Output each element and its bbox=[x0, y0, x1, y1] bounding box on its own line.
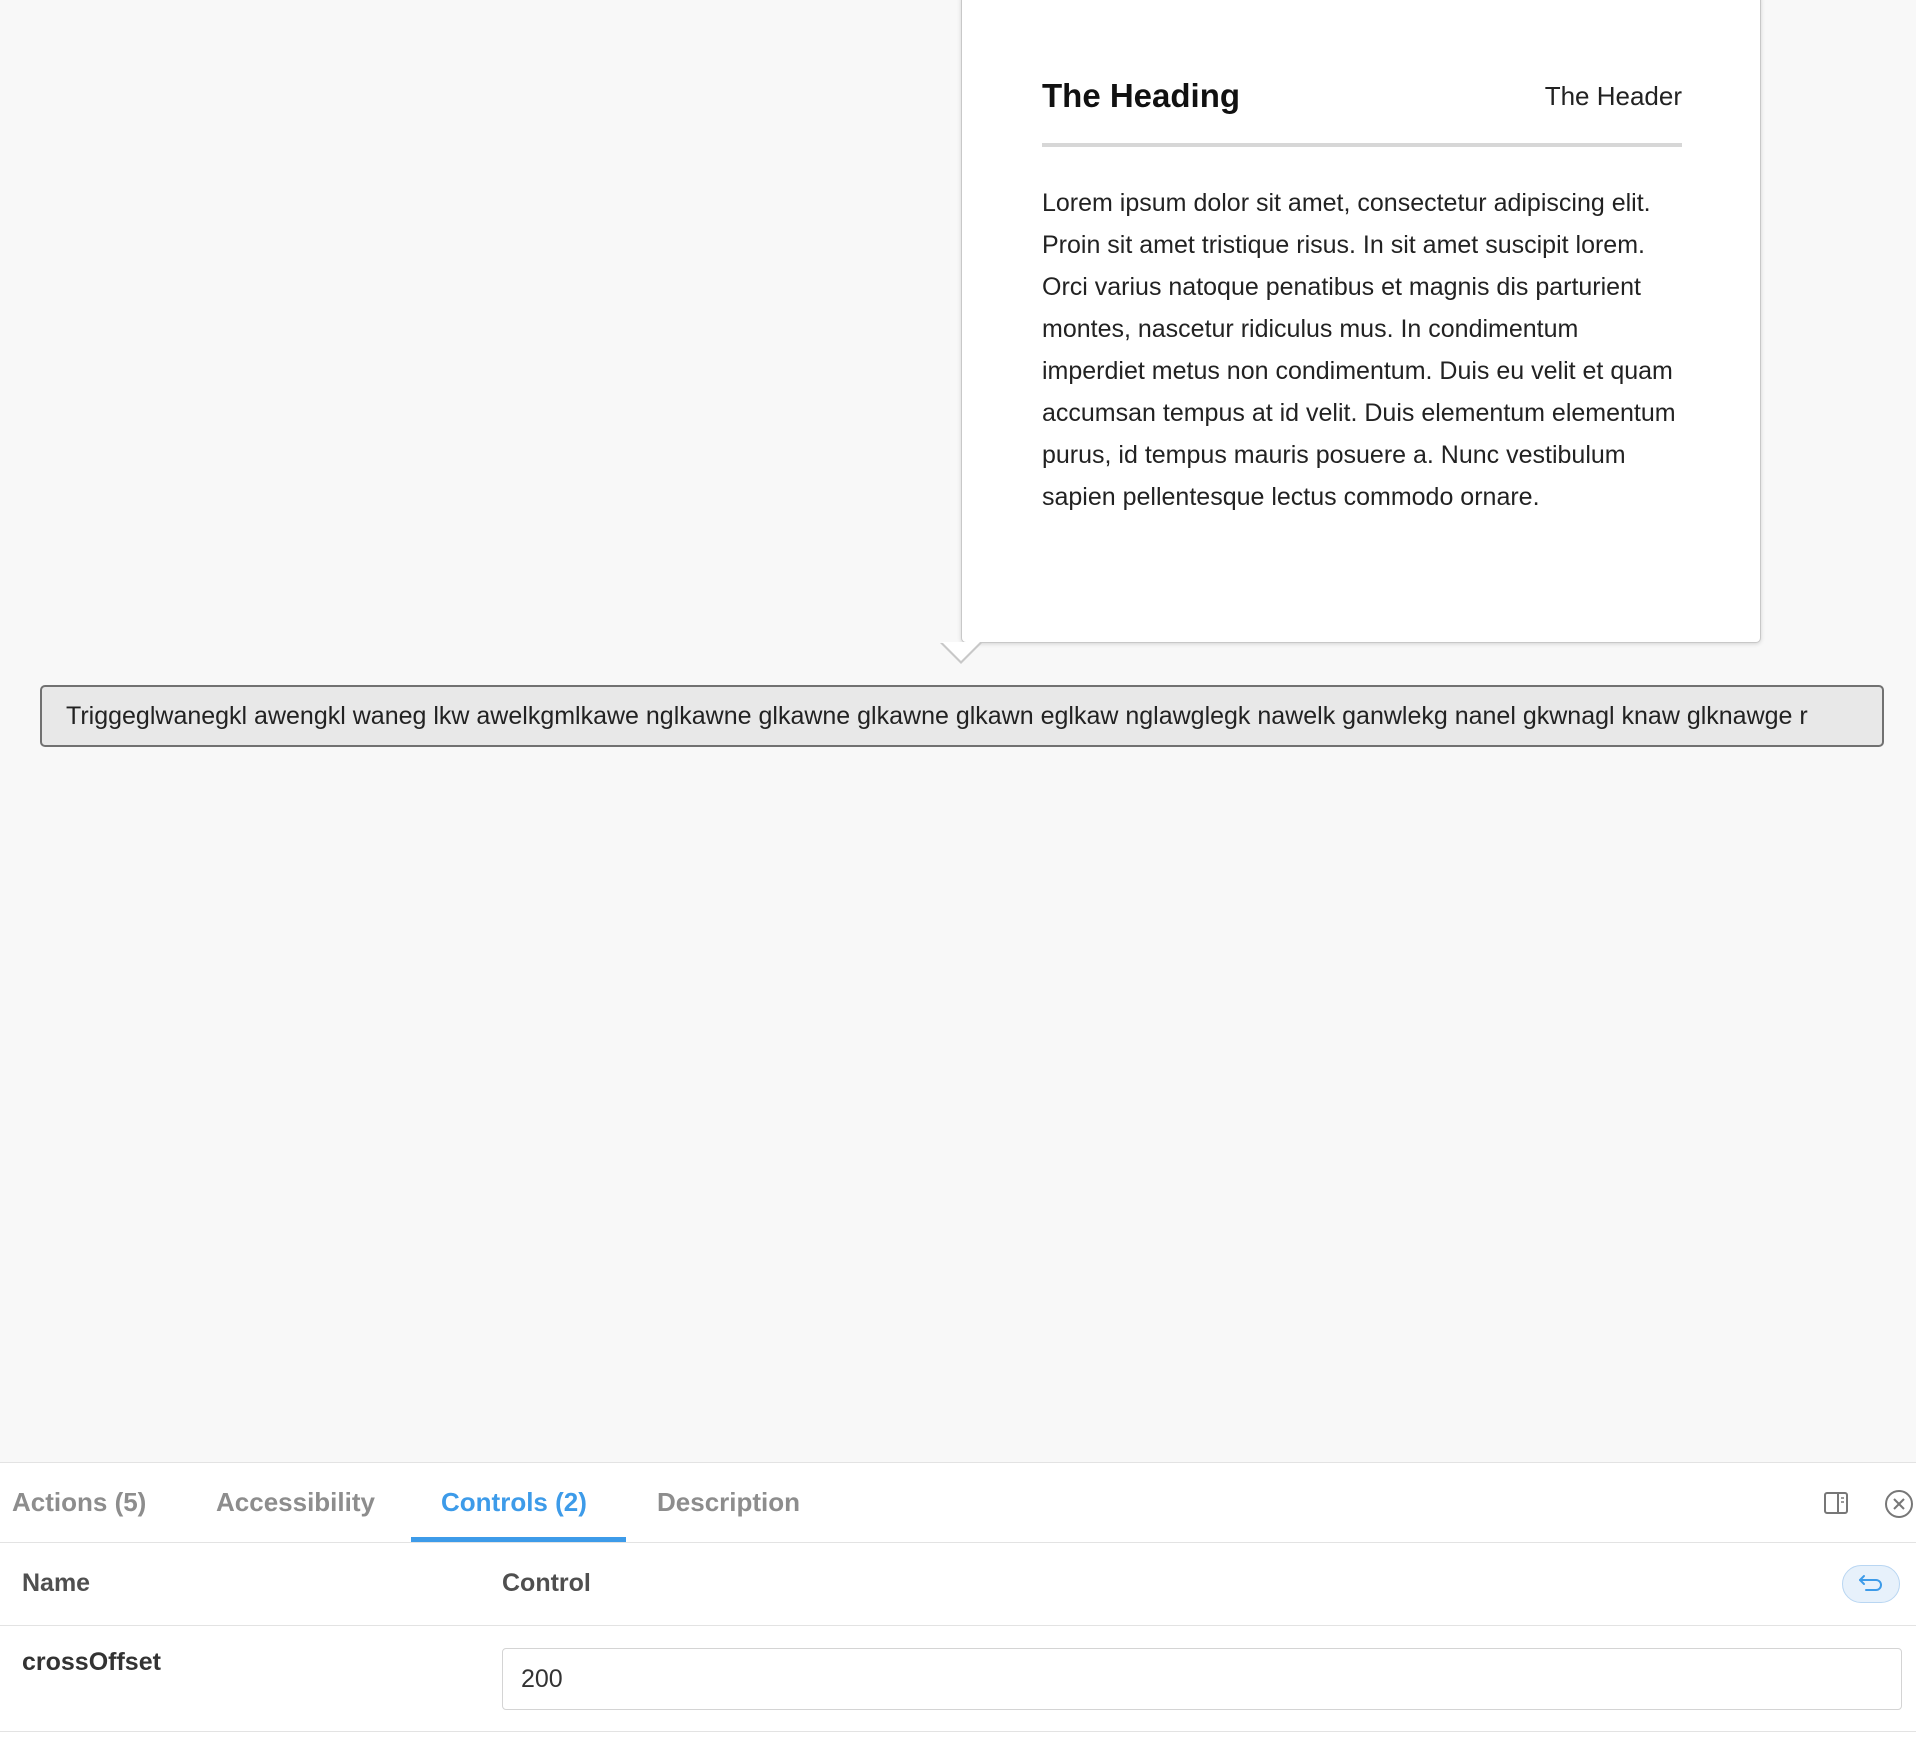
active-tab-indicator bbox=[411, 1537, 626, 1542]
popover-heading: The Heading bbox=[1042, 77, 1241, 114]
popover-body-text: Lorem ipsum dolor sit amet, consectetur … bbox=[1042, 189, 1676, 511]
crossoffset-input[interactable] bbox=[502, 1648, 1902, 1710]
column-header-name: Name bbox=[22, 1569, 91, 1597]
tab-description[interactable]: Description bbox=[657, 1487, 800, 1518]
control-name-crossoffset: crossOffset bbox=[22, 1648, 161, 1676]
controls-table-header: Name Control bbox=[0, 1543, 1916, 1626]
close-icon[interactable] bbox=[1884, 1489, 1914, 1524]
tab-accessibility[interactable]: Accessibility bbox=[216, 1487, 375, 1518]
popover-dialog: The Heading The Header Lorem ipsum dolor… bbox=[961, 0, 1761, 643]
popover-header-label: The Header bbox=[1544, 81, 1682, 111]
addons-tabbar: Actions (5) Accessibility Controls (2) D… bbox=[0, 1463, 1916, 1543]
panel-orientation-icon[interactable] bbox=[1822, 1489, 1850, 1522]
popover-header: The Heading The Header bbox=[1042, 75, 1682, 147]
trigger-button[interactable]: Triggeglwanegkl awengkl waneg lkw awelkg… bbox=[40, 685, 1884, 747]
popover-tip-fill bbox=[942, 642, 980, 661]
tab-actions[interactable]: Actions (5) bbox=[12, 1487, 146, 1518]
table-row: crossOffset bbox=[0, 1626, 1916, 1732]
undo-icon bbox=[1857, 1572, 1885, 1597]
addons-panel: Actions (5) Accessibility Controls (2) D… bbox=[0, 1462, 1916, 1739]
reset-controls-button[interactable] bbox=[1842, 1565, 1900, 1603]
tab-controls[interactable]: Controls (2) bbox=[441, 1487, 587, 1518]
column-header-control: Control bbox=[502, 1569, 591, 1597]
